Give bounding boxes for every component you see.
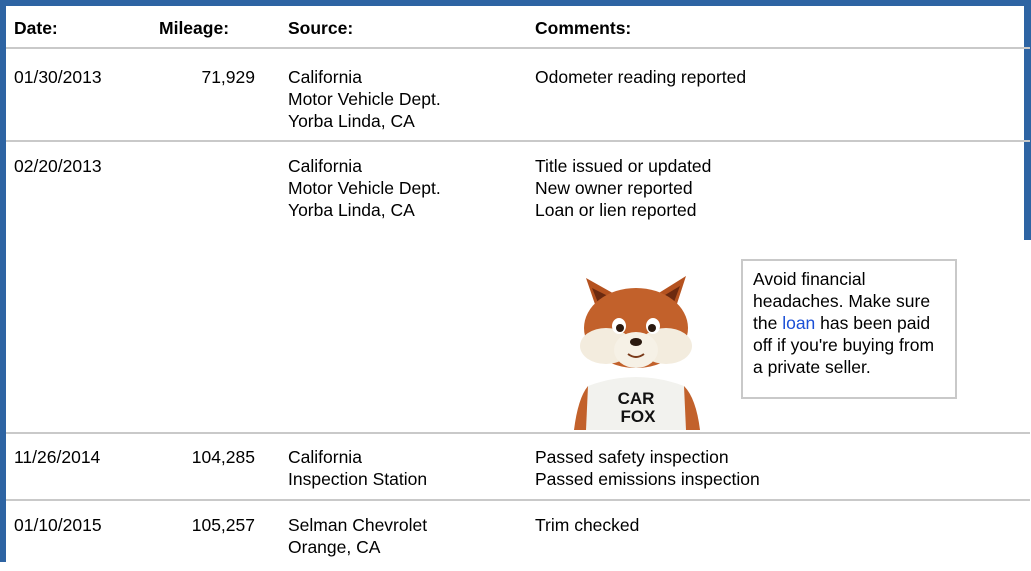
row-comments: Title issued or updated New owner report… [535,155,711,221]
source-line: Yorba Linda, CA [288,200,415,220]
carfox-mascot-image: CAR FOX [574,276,700,430]
table-header: Date: Mileage: Source: Comments: [6,6,1030,49]
source-line: Motor Vehicle Dept. [288,178,441,198]
comment-line: Passed emissions inspection [535,469,760,489]
row-mileage: 105,257 [191,515,255,535]
row-date: 02/20/2013 [14,156,102,176]
row-comments: Odometer reading reported [535,66,746,88]
comment-line: Trim checked [535,515,640,535]
table-row: 01/10/2015 105,257 Selman Chevrolet Oran… [6,501,1030,571]
shirt-text-fox: FOX [621,407,657,426]
row-source: Selman Chevrolet Orange, CA [288,514,427,558]
row-source: California Inspection Station [288,446,427,490]
source-line: California [288,447,362,467]
comment-line: Passed safety inspection [535,447,729,467]
loan-link[interactable]: loan [782,313,815,333]
row-comments: Trim checked [535,514,639,536]
header-comments: Comments: [535,18,632,38]
row-source: California Motor Vehicle Dept. Yorba Lin… [288,155,441,221]
source-line: Selman Chevrolet [288,515,428,535]
source-line: Orange, CA [288,537,381,557]
comment-line: Title issued or updated [535,156,712,176]
row-mileage: 104,285 [191,447,255,467]
source-line: Yorba Linda, CA [288,111,415,131]
row-mileage: 71,929 [201,67,255,87]
header-date: Date: [14,18,58,38]
source-line: Inspection Station [288,469,428,489]
row-source: California Motor Vehicle Dept. Yorba Lin… [288,66,441,132]
tip-callout: Avoid financial headaches. Make sure the… [741,259,957,399]
source-line: Motor Vehicle Dept. [288,89,441,109]
source-line: California [288,156,362,176]
comment-line: Odometer reading reported [535,67,747,87]
comment-line: New owner reported [535,178,693,198]
table-row: 01/30/2013 71,929 California Motor Vehic… [6,49,1030,142]
row-comments: Passed safety inspection Passed emission… [535,446,760,490]
comment-line: Loan or lien reported [535,200,697,220]
source-line: California [288,67,362,87]
header-source: Source: [288,18,354,38]
header-mileage: Mileage: [159,18,230,38]
table-row: 11/26/2014 104,285 California Inspection… [6,434,1030,501]
shirt-text-car: CAR [618,389,655,408]
